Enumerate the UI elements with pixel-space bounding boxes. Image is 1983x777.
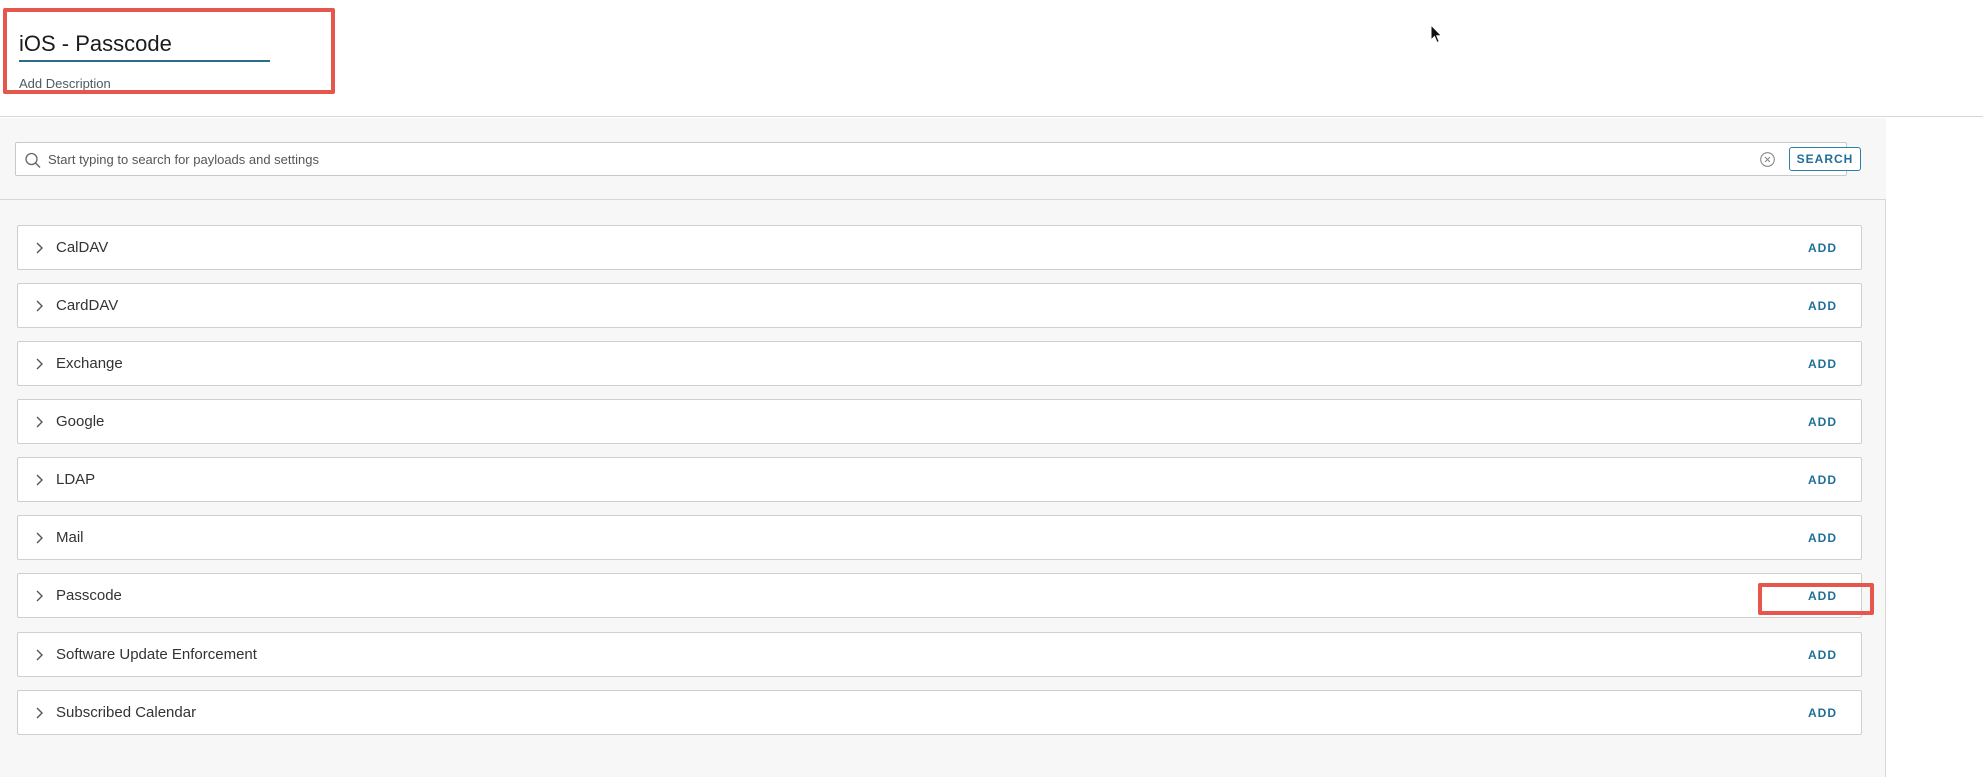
payload-label: CardDAV [56, 297, 119, 314]
profile-editor-page: Add Description SEARCH [0, 0, 1983, 777]
payload-list-panel: SEARCH CalDAV ADD CardDAV ADD Exchange A… [0, 118, 1886, 777]
chevron-right-icon[interactable] [34, 242, 44, 254]
payload-label: Passcode [56, 587, 122, 604]
chevron-right-icon[interactable] [34, 300, 44, 312]
add-caldav-button[interactable]: ADD [1808, 241, 1837, 255]
chevron-right-icon[interactable] [34, 474, 44, 486]
search-box: SEARCH [15, 142, 1861, 176]
payload-row-google[interactable]: Google ADD [17, 399, 1862, 444]
search-icon [25, 152, 41, 168]
payload-label: Subscribed Calendar [56, 704, 197, 721]
add-subscribed-calendar-button[interactable]: ADD [1808, 706, 1837, 720]
chevron-right-icon[interactable] [34, 532, 44, 544]
payload-label: LDAP [56, 471, 96, 488]
add-google-button[interactable]: ADD [1808, 415, 1837, 429]
search-bar-area: SEARCH [0, 118, 1886, 200]
payload-label: Mail [56, 529, 84, 546]
search-input[interactable] [48, 143, 1758, 175]
add-exchange-button[interactable]: ADD [1808, 357, 1837, 371]
payload-row-mail[interactable]: Mail ADD [17, 515, 1862, 560]
payload-row-software-update-enforcement[interactable]: Software Update Enforcement ADD [17, 632, 1862, 677]
chevron-right-icon[interactable] [34, 590, 44, 602]
profile-name-input[interactable] [19, 31, 270, 62]
chevron-right-icon[interactable] [34, 416, 44, 428]
clear-circle-icon[interactable] [1759, 151, 1776, 168]
chevron-right-icon[interactable] [34, 649, 44, 661]
add-carddav-button[interactable]: ADD [1808, 299, 1837, 313]
profile-header: Add Description [0, 0, 1983, 117]
payload-label: CalDAV [56, 239, 109, 256]
add-ldap-button[interactable]: ADD [1808, 473, 1837, 487]
title-field-wrapper [19, 31, 270, 62]
payload-label: Software Update Enforcement [56, 646, 257, 663]
chevron-right-icon[interactable] [34, 358, 44, 370]
payload-label: Exchange [56, 355, 123, 372]
add-mail-button[interactable]: ADD [1808, 531, 1837, 545]
payload-label: Google [56, 413, 105, 430]
add-software-update-enforcement-button[interactable]: ADD [1808, 648, 1837, 662]
payload-row-ldap[interactable]: LDAP ADD [17, 457, 1862, 502]
payload-row-carddav[interactable]: CardDAV ADD [17, 283, 1862, 328]
payload-row-passcode[interactable]: Passcode ADD [17, 573, 1862, 618]
payload-row-subscribed-calendar[interactable]: Subscribed Calendar ADD [17, 690, 1862, 735]
payload-row-exchange[interactable]: Exchange ADD [17, 341, 1862, 386]
add-passcode-button[interactable]: ADD [1808, 589, 1837, 603]
payload-row-caldav[interactable]: CalDAV ADD [17, 225, 1862, 270]
add-description-link[interactable]: Add Description [19, 76, 111, 91]
search-button[interactable]: SEARCH [1789, 147, 1861, 171]
mouse-pointer-icon [1430, 24, 1443, 44]
right-side-panel [1887, 118, 1983, 777]
chevron-right-icon[interactable] [34, 707, 44, 719]
